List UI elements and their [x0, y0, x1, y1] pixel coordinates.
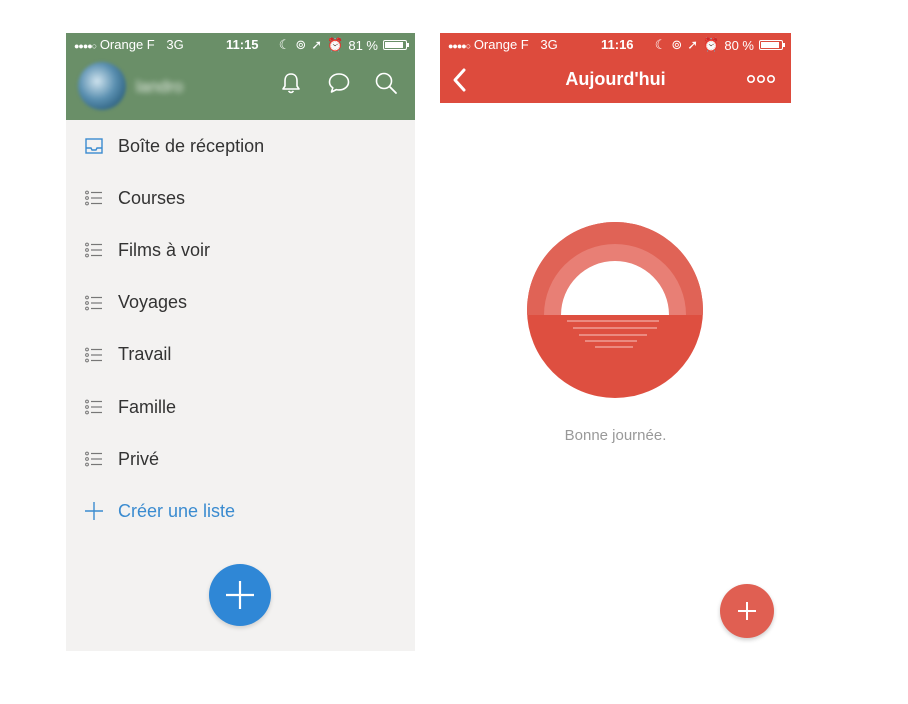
menu-item-famille[interactable]: Famille [66, 381, 415, 433]
lists-menu: Boîte de réception Courses Films à voir [66, 120, 415, 538]
battery-icon [383, 40, 409, 50]
menu-item-label: Travail [118, 344, 172, 365]
battery-percent: 80 % [724, 37, 754, 53]
list-icon [85, 451, 102, 467]
alarm-icon: ⏰ [327, 37, 344, 52]
signal-icon: ●●●●○ [74, 41, 97, 51]
menu-item-courses[interactable]: Courses [66, 172, 415, 224]
today-screen: ●●●●○ Orange F 3G 11:16 ☾ ⊚ ➚ ⏰ 80 % Auj… [440, 33, 791, 651]
create-list-label: Créer une liste [118, 500, 236, 521]
menu-item-prive[interactable]: Privé [66, 433, 415, 485]
lists-screen: ●●●●○ Orange F 3G 11:15 ☾ ⊚ ➚ ⏰ 81 % lan… [66, 33, 415, 651]
status-time: 11:15 [226, 37, 259, 52]
user-name[interactable]: landro [136, 77, 183, 97]
status-time: 11:16 [601, 37, 634, 52]
empty-state-message: Bonne journée. [564, 427, 667, 444]
network-type: 3G [540, 37, 558, 52]
comment-icon[interactable] [326, 70, 352, 96]
signal-icon: ●●●●○ [448, 41, 471, 51]
status-bar: ●●●●○ Orange F 3G 11:15 ☾ ⊚ ➚ ⏰ 81 % [66, 33, 415, 55]
rotation-lock-icon: ⊚ [671, 37, 683, 52]
location-icon: ➚ [687, 37, 699, 52]
plus-icon [226, 581, 254, 609]
menu-item-label: Courses [118, 187, 186, 208]
menu-item-travail[interactable]: Travail [66, 329, 415, 381]
battery-percent: 81 % [348, 37, 378, 53]
menu-item-voyages[interactable]: Voyages [66, 277, 415, 329]
add-task-button[interactable] [209, 564, 271, 626]
bell-icon[interactable] [278, 70, 304, 96]
list-icon [85, 190, 102, 206]
carrier-name: Orange F [473, 37, 529, 52]
battery-icon [759, 40, 785, 50]
page-title: Aujourd'hui [565, 69, 666, 89]
plus-icon [85, 502, 103, 521]
list-icon [85, 347, 102, 363]
moon-icon: ☾ [278, 37, 291, 52]
list-icon [85, 295, 102, 311]
plus-icon [738, 602, 756, 620]
carrier-info: ●●●●○ Orange F 3G [74, 37, 184, 52]
inbox-icon [85, 138, 103, 154]
menu-item-films[interactable]: Films à voir [66, 224, 415, 276]
carrier-info: ●●●●○ Orange F 3G [448, 37, 558, 52]
rotation-lock-icon: ⊚ [295, 37, 307, 52]
status-bar: ●●●●○ Orange F 3G 11:16 ☾ ⊚ ➚ ⏰ 80 % [440, 33, 791, 55]
menu-item-label: Voyages [118, 292, 188, 313]
create-list-button[interactable]: Créer une liste [66, 485, 415, 537]
alarm-icon: ⏰ [703, 37, 720, 52]
network-type: 3G [166, 37, 184, 52]
avatar[interactable] [78, 62, 126, 110]
carrier-name: Orange F [99, 37, 155, 52]
header-bar: ●●●●○ Orange F 3G 11:16 ☾ ⊚ ➚ ⏰ 80 % Auj… [440, 33, 791, 103]
menu-item-label: Boîte de réception [118, 135, 265, 156]
menu-item-label: Privé [118, 448, 160, 469]
menu-item-inbox[interactable]: Boîte de réception [66, 120, 415, 172]
list-icon [85, 399, 102, 415]
sunset-illustration [527, 222, 703, 398]
status-right: ☾ ⊚ ➚ ⏰ 81 % [278, 37, 409, 53]
location-icon: ➚ [311, 37, 323, 52]
list-icon [85, 243, 102, 258]
header-bar: ●●●●○ Orange F 3G 11:15 ☾ ⊚ ➚ ⏰ 81 % lan… [66, 33, 415, 120]
status-right: ☾ ⊚ ➚ ⏰ 80 % [654, 37, 785, 53]
add-task-button[interactable] [720, 584, 774, 638]
menu-item-label: Films à voir [118, 239, 211, 260]
more-options-icon[interactable] [747, 72, 775, 86]
search-icon[interactable] [373, 70, 399, 96]
menu-item-label: Famille [118, 396, 177, 417]
moon-icon: ☾ [654, 37, 667, 52]
